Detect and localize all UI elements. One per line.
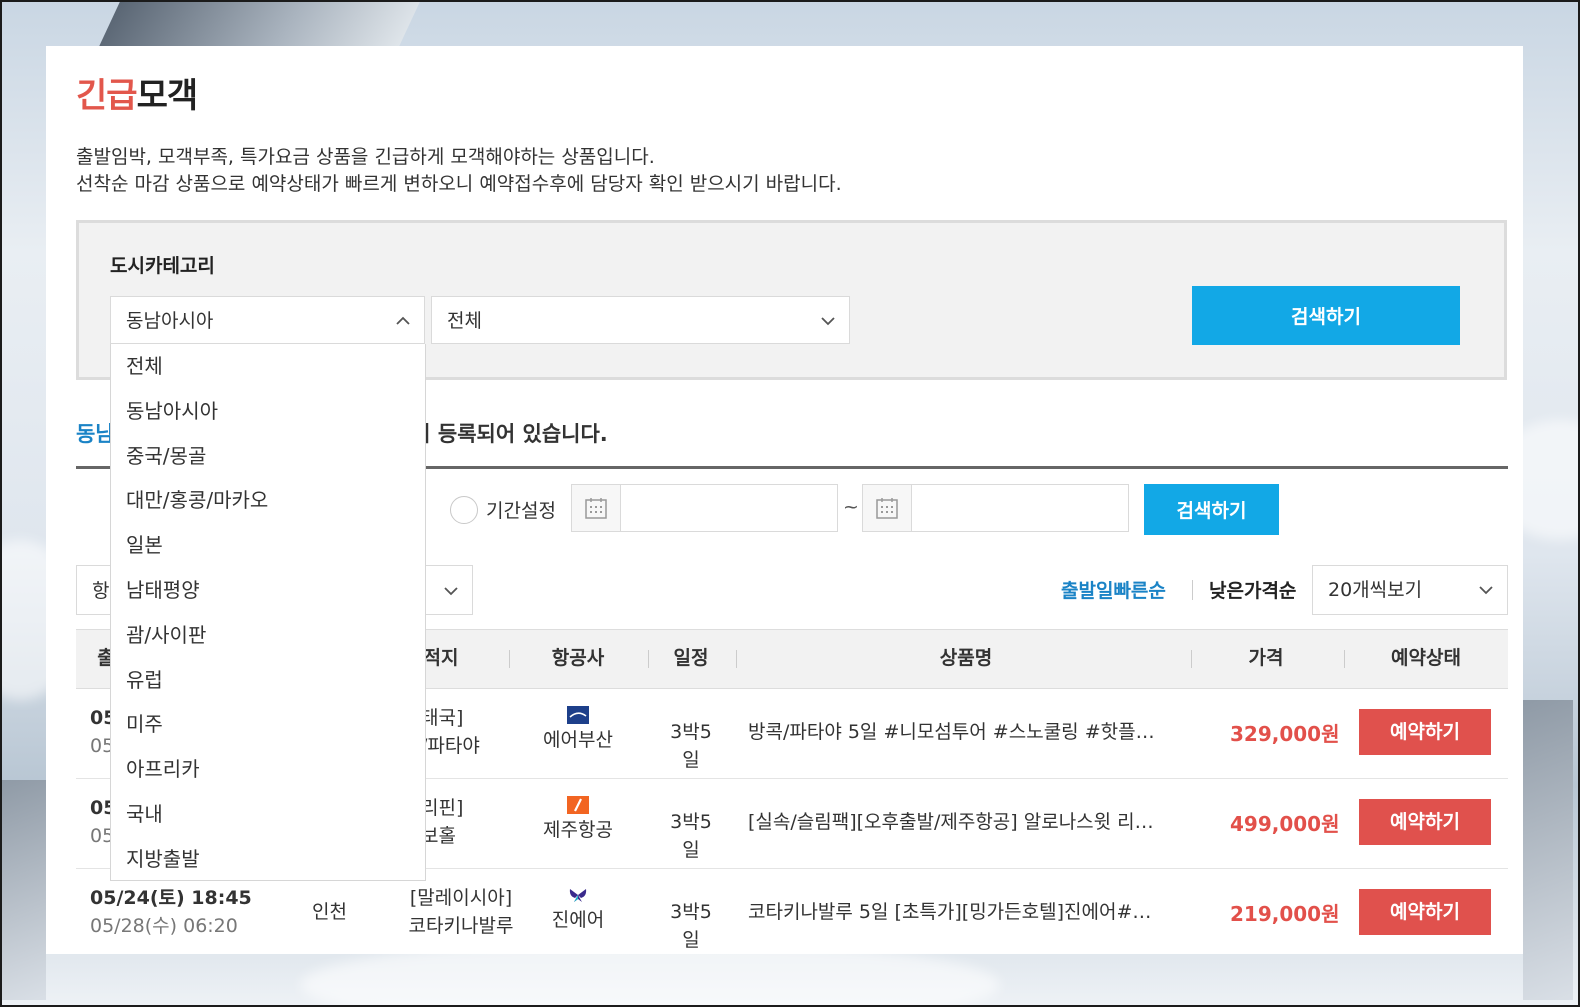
region-option[interactable]: 전체	[111, 344, 425, 389]
header-separator	[648, 650, 649, 668]
region-select[interactable]: 동남아시아	[110, 296, 425, 344]
airline-name: 진에어	[551, 909, 605, 931]
header-separator	[509, 650, 510, 668]
sort-separator	[1192, 580, 1193, 600]
product-name[interactable]: [실속/슬림팩][오후출발/제주항공] 알로나스윗 리…	[748, 808, 1154, 836]
header-product: 상품명	[939, 647, 993, 669]
air-busan-logo-icon	[567, 706, 589, 724]
description-line: 선착순 마감 상품으로 예약상태가 빠르게 변하오니 예약접수후에 담당자 확인…	[76, 173, 842, 195]
airline-name: 에어부산	[543, 729, 613, 751]
destination-country: [말레이시아]	[409, 887, 513, 909]
header-status: 예약상태	[1391, 647, 1461, 669]
region-option[interactable]: 아프리카	[111, 747, 425, 792]
airline-cell: 진에어	[528, 886, 628, 934]
destination-country: 리핀]	[421, 797, 464, 819]
page-size-value: 20개씩보기	[1328, 579, 1423, 601]
title-rest: 모객	[136, 76, 199, 116]
period-search-button[interactable]: 검색하기	[1144, 484, 1279, 535]
header-schedule: 일정	[673, 647, 709, 669]
airline-name: 제주항공	[543, 819, 613, 841]
city-category-label: 도시카테고리	[110, 255, 215, 277]
date-range-tilde: ~	[843, 496, 859, 518]
chevron-down-icon	[1479, 566, 1493, 635]
product-price: 499,000원	[1230, 812, 1340, 836]
description-line: 출발임박, 모객부족, 특가요금 상품을 긴급하게 모객해야하는 상품입니다.	[76, 146, 655, 168]
title-highlight: 긴급	[76, 76, 138, 116]
period-radio[interactable]	[450, 496, 478, 524]
sort-low-price-link[interactable]: 낮은가격순	[1209, 576, 1296, 603]
city-search-button[interactable]: 검색하기	[1192, 286, 1460, 345]
region-select-value: 동남아시아	[126, 310, 214, 332]
urgent-recruit-panel: 긴급모객 출발임박, 모객부족, 특가요금 상품을 긴급하게 모객해야하는 상품…	[46, 46, 1523, 954]
airline-cell: 에어부산	[528, 706, 628, 754]
reserve-button[interactable]: 예약하기	[1359, 709, 1491, 755]
city-select-value: 전체	[447, 310, 482, 332]
airplane-wing-image	[99, 0, 421, 46]
schedule: 3박5일	[670, 901, 712, 951]
start-date-field[interactable]	[571, 484, 838, 532]
result-region: 동남	[76, 422, 115, 446]
end-date-field[interactable]	[862, 484, 1129, 532]
header-airline: 항공사	[551, 647, 605, 669]
schedule: 3박5일	[670, 721, 712, 771]
destination-city: /파타야	[421, 735, 480, 757]
region-option[interactable]: 유럽	[111, 658, 425, 703]
header-separator	[1344, 650, 1345, 668]
region-option[interactable]: 동남아시아	[111, 389, 425, 434]
jeju-air-logo-icon	[567, 796, 589, 814]
product-price: 219,000원	[1230, 902, 1340, 926]
region-option[interactable]: 일본	[111, 523, 425, 568]
mountain-image	[1523, 700, 1573, 1000]
region-option[interactable]: 남태평양	[111, 568, 425, 613]
period-label: 기간설정	[486, 500, 556, 522]
page-size-select[interactable]: 20개씩보기	[1312, 565, 1508, 615]
header-separator	[736, 650, 737, 668]
chevron-down-icon	[821, 297, 835, 364]
header-price: 가격	[1248, 647, 1284, 669]
calendar-icon[interactable]	[572, 485, 621, 531]
calendar-icon[interactable]	[863, 485, 912, 531]
region-option[interactable]: 지방출발	[111, 837, 425, 882]
destination-country: 태국]	[421, 707, 464, 729]
departure-date: 05/24(토) 18:45	[90, 887, 252, 909]
airline-filter-value: 항	[92, 580, 110, 602]
region-option[interactable]: 대만/홍콩/마카오	[111, 478, 425, 523]
sort-fast-departure-link[interactable]: 출발일빠른순	[1061, 576, 1166, 603]
departure-city: 인천	[312, 901, 347, 923]
city-select[interactable]: 전체	[431, 296, 850, 344]
product-name[interactable]: 코타키나발루 5일 [초특가][밍가든호텔]진에어#…	[748, 898, 1151, 926]
product-name[interactable]: 방콕/파타야 5일 #니모섬투어 #스노쿨링 #핫플…	[748, 718, 1155, 746]
region-option[interactable]: 미주	[111, 702, 425, 747]
reserve-button[interactable]: 예약하기	[1359, 799, 1491, 845]
header-separator	[1191, 650, 1192, 668]
region-option[interactable]: 괌/사이판	[111, 613, 425, 658]
return-date: 05/28(수) 06:20	[90, 915, 238, 937]
product-price: 329,000원	[1230, 722, 1340, 746]
airline-cell: 제주항공	[528, 796, 628, 844]
jin-air-logo-icon	[569, 889, 587, 902]
page-title: 긴급모객	[76, 68, 199, 117]
destination-city: 보홀	[421, 825, 456, 847]
mountain-image	[0, 780, 46, 1000]
destination-city: 코타키나발루	[408, 915, 514, 937]
schedule: 3박5일	[670, 811, 712, 861]
region-option[interactable]: 중국/몽골	[111, 434, 425, 479]
chevron-down-icon	[444, 566, 458, 636]
reserve-button[interactable]: 예약하기	[1359, 889, 1491, 935]
page-description: 출발임박, 모객부족, 특가요금 상품을 긴급하게 모객해야하는 상품입니다. …	[76, 144, 842, 198]
region-option[interactable]: 국내	[111, 792, 425, 837]
region-dropdown-list: 전체 동남아시아 중국/몽골 대만/홍콩/마카오 일본 남태평양 괌/사이판 유…	[110, 344, 426, 881]
